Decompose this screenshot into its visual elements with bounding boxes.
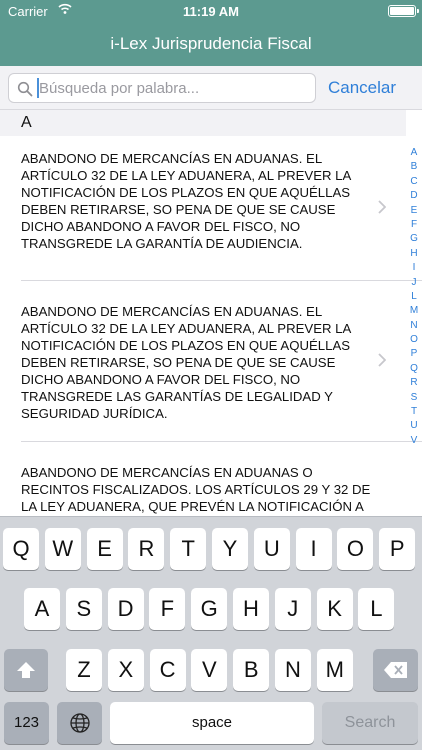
index-letter[interactable]: E [406,204,422,218]
cancel-button[interactable]: Cancelar [328,78,396,98]
numbers-key[interactable]: 123 [4,702,49,744]
key-e[interactable]: E [86,528,123,570]
key-d[interactable]: D [107,588,144,630]
globe-icon [69,713,90,733]
key-i[interactable]: I [295,528,332,570]
index-letter[interactable]: H [406,247,422,261]
nav-bar: i-Lex Jurisprudencia Fiscal [0,22,422,66]
key-f[interactable]: F [149,588,186,630]
battery-icon [388,5,419,17]
key-v[interactable]: V [191,649,228,691]
search-input[interactable] [37,78,309,98]
search-field[interactable] [8,73,316,103]
key-h[interactable]: H [233,588,269,630]
index-letter[interactable]: L [406,290,422,304]
shift-icon [17,662,35,678]
list-item-text: ABANDONO DE MERCANCÍAS EN ADUANAS. EL AR… [21,151,351,251]
key-j[interactable]: J [274,588,311,630]
status-time: 11:19 AM [183,4,239,19]
shift-key[interactable] [4,649,48,691]
key-w[interactable]: W [44,528,81,570]
chevron-right-icon [378,200,386,214]
index-letter[interactable]: O [406,333,422,347]
index-letter[interactable]: P [406,347,422,361]
key-q[interactable]: Q [3,528,39,570]
key-o[interactable]: O [337,528,374,570]
key-s[interactable]: S [65,588,102,630]
key-u[interactable]: U [253,528,290,570]
index-letter[interactable]: T [406,405,422,419]
index-letter[interactable]: U [406,419,422,433]
section-index[interactable]: ABCDEFGHIJLMNOPQRSTUV [406,146,422,448]
key-c[interactable]: C [149,649,186,691]
key-z[interactable]: Z [66,649,102,691]
chevron-right-icon [378,353,386,367]
key-g[interactable]: G [191,588,228,630]
index-letter[interactable]: Q [406,362,422,376]
index-letter[interactable]: J [406,276,422,290]
backspace-key[interactable] [373,649,418,691]
key-m[interactable]: M [316,649,353,691]
key-b[interactable]: B [233,649,270,691]
key-k[interactable]: K [316,588,353,630]
list-item[interactable]: ABANDONO DE MERCANCÍAS EN ADUANAS. EL AR… [0,150,406,278]
key-t[interactable]: T [170,528,207,570]
key-r[interactable]: R [128,528,165,570]
index-letter[interactable]: M [406,304,422,318]
status-bar: Carrier 11:19 AM [0,0,422,22]
globe-key[interactable] [57,702,102,744]
search-key[interactable]: Search [322,702,418,744]
index-letter[interactable]: A [406,146,422,160]
index-letter[interactable]: C [406,175,422,189]
index-letter[interactable]: V [406,434,422,448]
key-p[interactable]: P [379,528,416,570]
index-letter[interactable]: D [406,189,422,203]
index-letter[interactable]: I [406,261,422,275]
list-item[interactable]: ABANDONO DE MERCANCÍAS EN ADUANAS. EL AR… [0,303,406,431]
section-header-letter: A [21,114,32,131]
search-bar: Cancelar [0,66,422,110]
backspace-icon [383,662,407,678]
index-letter[interactable]: N [406,319,422,333]
index-letter[interactable]: B [406,160,422,174]
row-separator [21,280,422,281]
row-separator [21,441,422,442]
space-key[interactable]: space [110,702,314,744]
key-a[interactable]: A [24,588,60,630]
key-x[interactable]: X [107,649,144,691]
list-item-text: ABANDONO DE MERCANCÍAS EN ADUANAS O RECI… [21,465,371,514]
index-letter[interactable]: G [406,232,422,246]
keyboard: 123 space Search QWERTYUIOP ASDFGHJKL ZXCV… [0,516,422,750]
key-l[interactable]: L [358,588,395,630]
key-y[interactable]: Y [212,528,248,570]
index-letter[interactable]: F [406,218,422,232]
list-item[interactable]: ABANDONO DE MERCANCÍAS EN ADUANAS O RECI… [0,464,406,516]
key-n[interactable]: N [275,649,311,691]
search-icon [17,81,33,97]
nav-title: i-Lex Jurisprudencia Fiscal [110,34,312,53]
index-letter[interactable]: R [406,376,422,390]
section-header: A [0,110,406,136]
index-letter[interactable]: S [406,391,422,405]
list-item-text: ABANDONO DE MERCANCÍAS EN ADUANAS. EL AR… [21,304,351,421]
